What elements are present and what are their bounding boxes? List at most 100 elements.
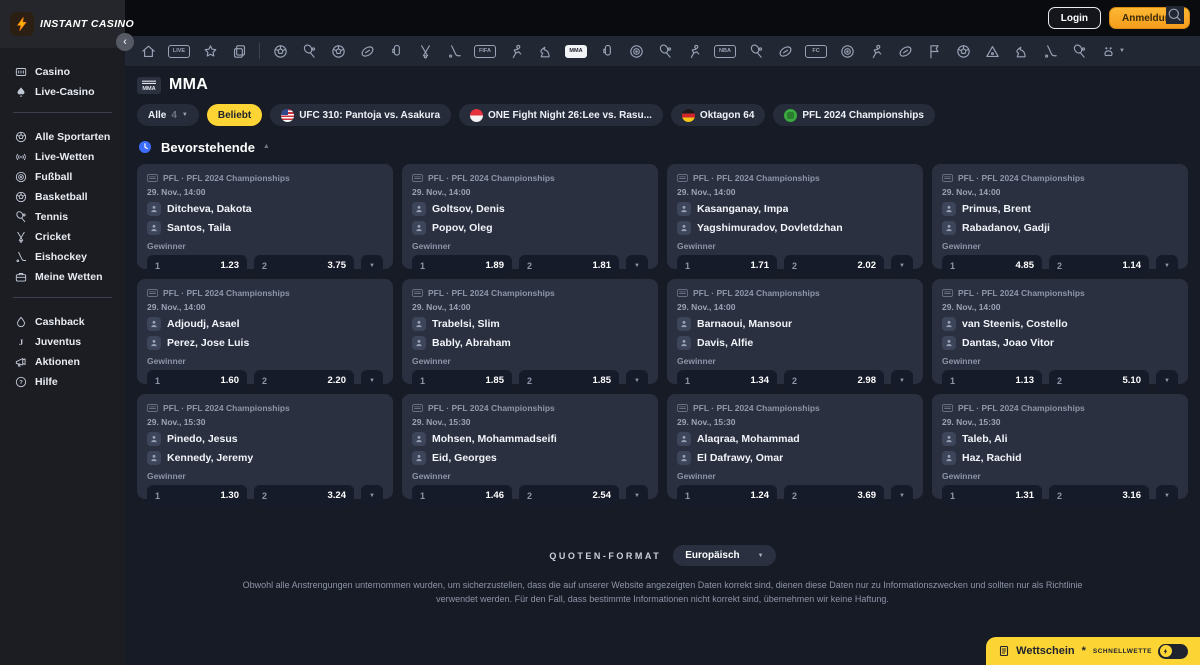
lacrosse-icon[interactable] [445, 42, 463, 60]
odds-button-1[interactable]: 11.31 [942, 485, 1042, 506]
odds-button-2[interactable]: 23.69 [784, 485, 884, 506]
league-row[interactable]: PFL · PFL 2024 Championships [147, 288, 383, 298]
sidebar-item-hilfe[interactable]: ?Hilfe [0, 372, 125, 392]
more-markets-button[interactable]: ▼ [361, 255, 383, 276]
sidebar-item-aktionen[interactable]: Aktionen [0, 352, 125, 372]
sidebar-item-cashback[interactable]: Cashback [0, 312, 125, 332]
sidebar-item-fu-ball[interactable]: Fußball [0, 167, 125, 187]
league-row[interactable]: PFL · PFL 2024 Championships [147, 403, 383, 413]
odds-button-2[interactable]: 22.20 [254, 370, 354, 391]
league-row[interactable]: PFL · PFL 2024 Championships [677, 403, 913, 413]
tennis-icon[interactable] [300, 42, 318, 60]
odds-button-2[interactable]: 22.02 [784, 255, 884, 276]
fighter-row[interactable]: Davis, Alfie [677, 336, 913, 350]
sidebar-item-casino[interactable]: Casino [0, 62, 125, 82]
odds-button-1[interactable]: 11.85 [412, 370, 512, 391]
sidebar-collapse-button[interactable]: ‹ [116, 33, 134, 51]
league-row[interactable]: PFL · PFL 2024 Championships [412, 173, 648, 183]
fc-25-icon[interactable]: FC [805, 45, 827, 58]
odds-button-2[interactable]: 25.10 [1049, 370, 1149, 391]
fighter-row[interactable]: Popov, Oleg [412, 221, 648, 235]
odds-button-1[interactable]: 11.30 [147, 485, 247, 506]
favorites-icon[interactable] [201, 42, 219, 60]
more-markets-button[interactable]: ▼ [626, 370, 648, 391]
filter-all-chip[interactable]: Alle 4 ▼ [137, 104, 199, 126]
odds-button-2[interactable]: 22.54 [519, 485, 619, 506]
sidebar-item-eishockey[interactable]: Eishockey [0, 247, 125, 267]
darts-icon[interactable] [627, 42, 645, 60]
sidebar-item-alle-sportarten[interactable]: Alle Sportarten [0, 127, 125, 147]
billiards-icon[interactable] [983, 42, 1001, 60]
more-markets-button[interactable]: ▼ [1156, 370, 1178, 391]
odds-button-1[interactable]: 11.89 [412, 255, 512, 276]
more-markets-button[interactable]: ▼ [891, 255, 913, 276]
league-row[interactable]: PFL · PFL 2024 Championships [412, 288, 648, 298]
sidebar-item-meine-wetten[interactable]: Meine Wetten [0, 267, 125, 287]
more-sports-icon[interactable] [1099, 42, 1117, 60]
fighter-row[interactable]: Yagshimuradov, Dovletdzhan [677, 221, 913, 235]
swimming-icon[interactable] [867, 42, 885, 60]
soccer-icon[interactable] [271, 42, 289, 60]
odds-button-2[interactable]: 23.75 [254, 255, 354, 276]
odds-format-select[interactable]: Europäisch ▼ [673, 545, 775, 566]
fighter-row[interactable]: Pinedo, Jesus [147, 432, 383, 446]
counter-strike-icon[interactable] [507, 42, 525, 60]
fighter-row[interactable]: van Steenis, Costello [942, 317, 1178, 331]
sidebar-item-live-casino[interactable]: Live-Casino [0, 82, 125, 102]
fighter-row[interactable]: Ditcheva, Dakota [147, 202, 383, 216]
volleyball-icon[interactable] [954, 42, 972, 60]
fighter-row[interactable]: El Dafrawy, Omar [677, 451, 913, 465]
more-markets-button[interactable]: ▼ [891, 485, 913, 506]
fighter-row[interactable]: Mohsen, Mohammadseifi [412, 432, 648, 446]
horse-racing-icon[interactable] [536, 42, 554, 60]
fighter-row[interactable]: Santos, Taila [147, 221, 383, 235]
league-row[interactable]: PFL · PFL 2024 Championships [942, 173, 1178, 183]
sidebar-item-cricket[interactable]: Cricket [0, 227, 125, 247]
sidebar-item-juventus[interactable]: JJuventus [0, 332, 125, 352]
league-row[interactable]: PFL · PFL 2024 Championships [147, 173, 383, 183]
odds-button-2[interactable]: 23.24 [254, 485, 354, 506]
sidebar-item-basketball[interactable]: Basketball [0, 187, 125, 207]
league-row[interactable]: PFL · PFL 2024 Championships [942, 403, 1178, 413]
quick-bet-toggle[interactable] [1158, 644, 1188, 659]
boxing-icon[interactable] [598, 42, 616, 60]
fighter-row[interactable]: Kennedy, Jeremy [147, 451, 383, 465]
mma-icon[interactable]: MMA [565, 45, 587, 58]
table-tennis-icon[interactable] [656, 42, 674, 60]
odds-button-1[interactable]: 11.34 [677, 370, 777, 391]
fighter-row[interactable]: Adjoudj, Asael [147, 317, 383, 331]
ice-hockey-icon[interactable] [1041, 42, 1059, 60]
more-markets-button[interactable]: ▼ [1156, 255, 1178, 276]
league-row[interactable]: PFL · PFL 2024 Championships [677, 288, 913, 298]
odds-button-1[interactable]: 11.71 [677, 255, 777, 276]
odds-button-2[interactable]: 22.98 [784, 370, 884, 391]
fighter-row[interactable]: Haz, Rachid [942, 451, 1178, 465]
fighter-row[interactable]: Kasanganay, Impa [677, 202, 913, 216]
more-markets-button[interactable]: ▼ [361, 370, 383, 391]
badminton-icon[interactable] [747, 42, 765, 60]
fighter-row[interactable]: Rabadanov, Gadji [942, 221, 1178, 235]
fifa-icon[interactable]: FIFA [474, 45, 496, 58]
fighter-row[interactable]: Primus, Brent [942, 202, 1178, 216]
fighter-row[interactable]: Dantas, Joao Vitor [942, 336, 1178, 350]
more-markets-button[interactable]: ▼ [361, 485, 383, 506]
american-football-icon[interactable] [358, 42, 376, 60]
sidebar-item-live-wetten[interactable]: Live-Wetten [0, 147, 125, 167]
filter-chip-oktagon-64[interactable]: Oktagon 64 [671, 104, 765, 126]
betslip-bar[interactable]: Wettschein * SCHNELLWETTE [986, 637, 1200, 665]
filter-chip-one-fight-night-26-lee-vs-rasu[interactable]: ONE Fight Night 26:Lee vs. Rasu... [459, 104, 663, 126]
odds-button-2[interactable]: 21.85 [519, 370, 619, 391]
baseball-icon[interactable] [387, 42, 405, 60]
handball-icon[interactable] [685, 42, 703, 60]
more-sports-dropdown[interactable]: ▼ [1099, 42, 1125, 60]
odds-button-2[interactable]: 21.14 [1049, 255, 1149, 276]
rugby-icon[interactable] [896, 42, 914, 60]
etennis-icon[interactable] [1070, 42, 1088, 60]
fighter-row[interactable]: Goltsov, Denis [412, 202, 648, 216]
odds-button-1[interactable]: 11.46 [412, 485, 512, 506]
brand-logo[interactable]: INSTANT CASINO [0, 0, 125, 48]
odds-button-2[interactable]: 23.16 [1049, 485, 1149, 506]
more-markets-button[interactable]: ▼ [626, 485, 648, 506]
search-icon[interactable] [1166, 6, 1184, 24]
league-row[interactable]: PFL · PFL 2024 Championships [412, 403, 648, 413]
